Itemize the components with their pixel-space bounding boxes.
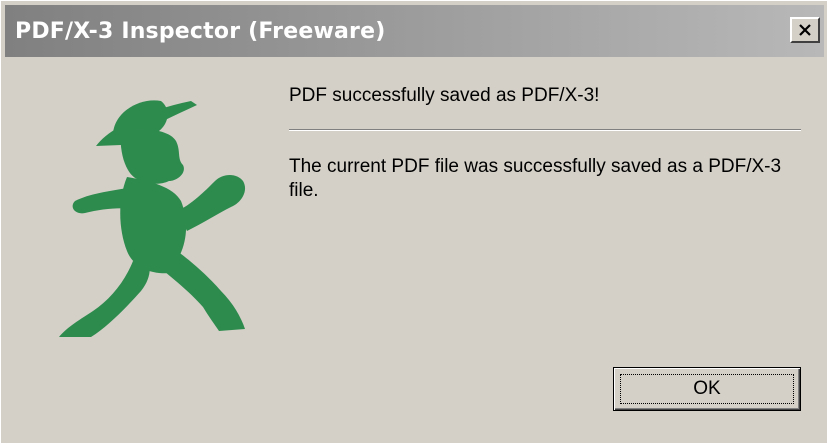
close-button[interactable] <box>790 17 820 43</box>
title-bar[interactable]: PDF/X-3 Inspector (Freeware) <box>5 5 824 57</box>
separator <box>289 129 801 131</box>
walking-man-icon <box>59 100 246 337</box>
close-icon <box>799 24 811 36</box>
dialog-window: PDF/X-3 Inspector (Freeware) PDF success… <box>0 0 827 443</box>
ok-button[interactable]: OK <box>613 367 801 411</box>
window-title: PDF/X-3 Inspector (Freeware) <box>15 19 386 44</box>
ok-button-label: OK <box>693 378 721 399</box>
success-heading: PDF successfully saved as PDF/X-3! <box>289 85 600 106</box>
success-message: The current PDF file was successfully sa… <box>289 156 782 201</box>
